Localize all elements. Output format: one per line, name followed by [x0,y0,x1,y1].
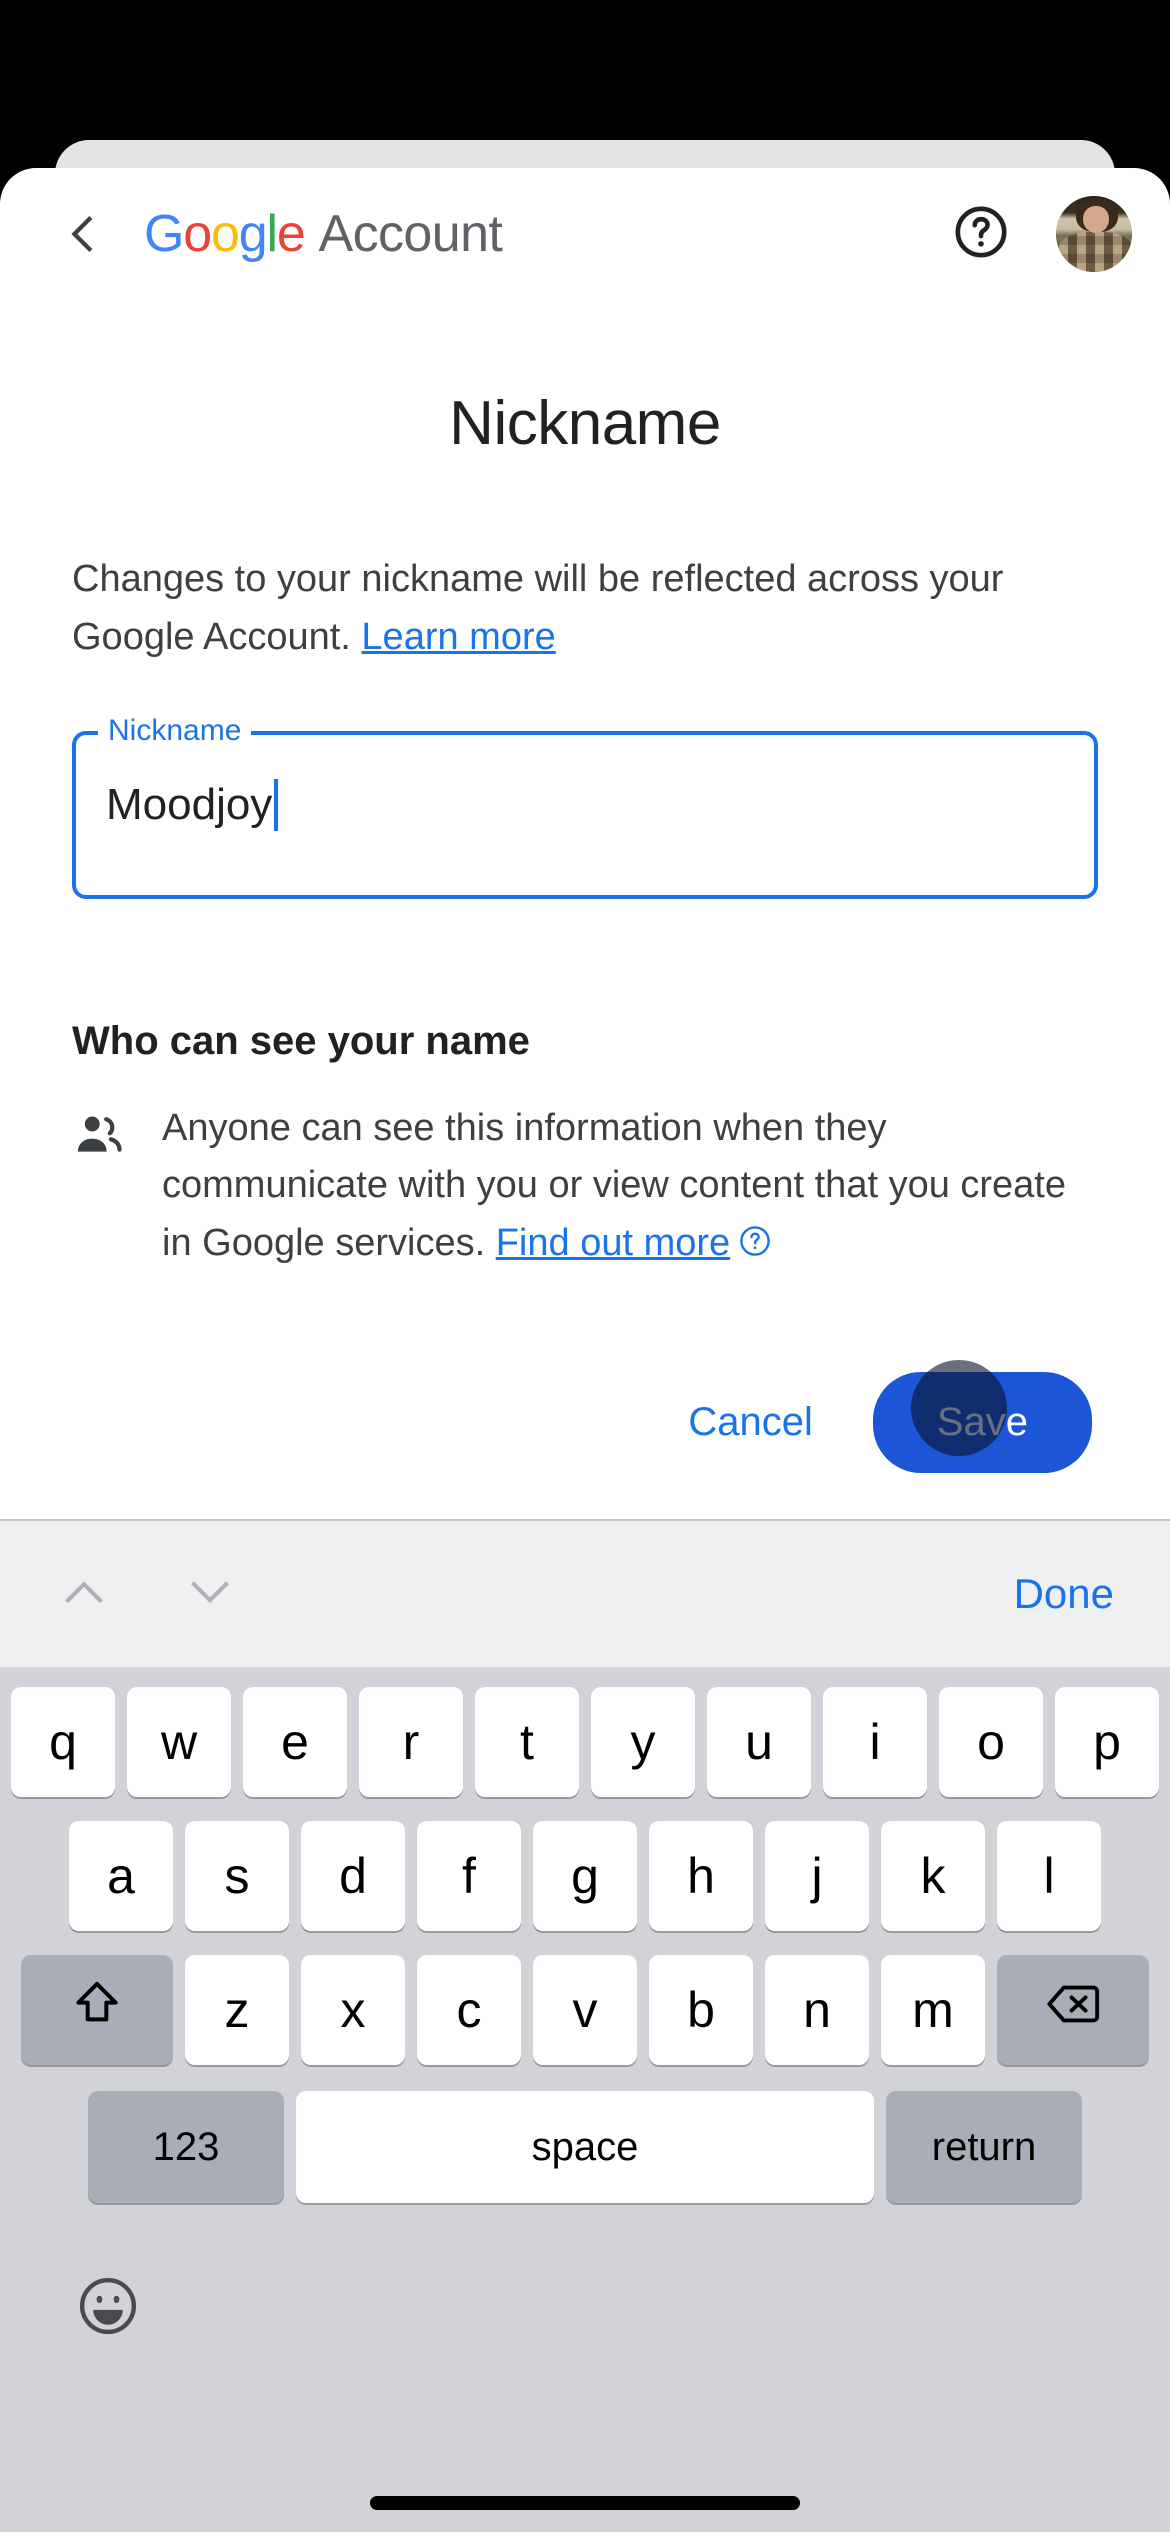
key-l[interactable]: l [997,1821,1101,1931]
key-h[interactable]: h [649,1821,753,1931]
emoji-key[interactable] [68,2268,148,2348]
nickname-field[interactable]: Nickname Moodjoy [72,709,1098,899]
key-a[interactable]: a [69,1821,173,1931]
find-out-more-link[interactable]: Find out more [496,1222,730,1264]
visibility-row: Anyone can see this information when the… [72,1100,1098,1276]
keyboard-keys: q w e r t y u i o p a s d f g h j k l z … [0,1667,1170,2367]
help-button[interactable] [950,203,1012,265]
key-w[interactable]: w [127,1687,231,1797]
text-caret [274,778,279,831]
space-key[interactable]: space [296,2091,874,2203]
emoji-smiley-icon [75,2273,141,2344]
visibility-body: Anyone can see this information when the… [162,1100,1098,1276]
google-logo-letter-g2: g [238,205,268,263]
on-screen-keyboard: Done q w e r t y u i o p a s d f g h j k… [0,1519,1170,2532]
key-x[interactable]: x [301,1955,405,2065]
key-u[interactable]: u [707,1687,811,1797]
nickname-field-label: Nickname [98,709,252,752]
key-p[interactable]: p [1055,1687,1159,1797]
google-logo: Google [144,204,306,264]
action-bar: Cancel Save [72,1359,1098,1473]
return-key[interactable]: return [886,2091,1082,2203]
google-logo-letter-l: l [266,205,278,263]
back-button[interactable] [48,199,118,269]
people-icon [72,1100,128,1167]
key-k[interactable]: k [881,1821,985,1931]
app-bar: Google Account [0,168,1170,300]
key-m[interactable]: m [881,1955,985,2065]
key-j[interactable]: j [765,1821,869,1931]
keyboard-bottom-bar [0,2227,1170,2367]
key-z[interactable]: z [185,1955,289,2065]
shift-key[interactable] [21,1955,173,2065]
shift-arrow-icon [69,1976,125,2044]
keyboard-row-2: a s d f g h j k l [0,1821,1170,1931]
key-g[interactable]: g [533,1821,637,1931]
cancel-button[interactable]: Cancel [654,1378,847,1467]
save-button[interactable]: Save [872,1359,1092,1473]
help-circle-small-icon[interactable] [738,1218,772,1276]
key-e[interactable]: e [243,1687,347,1797]
keyboard-row-1: q w e r t y u i o p [0,1687,1170,1797]
key-t[interactable]: t [475,1687,579,1797]
avatar-shirt [1059,232,1132,272]
key-b[interactable]: b [649,1955,753,2065]
numbers-key[interactable]: 123 [88,2091,284,2203]
chevron-up-icon [58,1566,110,1623]
nickname-input[interactable]: Moodjoy [106,778,279,831]
google-logo-letter-o1: o [183,205,212,263]
key-d[interactable]: d [301,1821,405,1931]
key-f[interactable]: f [417,1821,521,1931]
backspace-icon [1044,1975,1102,2045]
previous-field-button[interactable] [46,1556,122,1632]
brand-lockup: Google Account [144,204,950,264]
key-o[interactable]: o [939,1687,1043,1797]
save-button-label: Save [936,1399,1028,1444]
next-field-button[interactable] [172,1556,248,1632]
chevron-down-icon [184,1566,236,1623]
key-s[interactable]: s [185,1821,289,1931]
google-logo-letter-g: G [144,205,184,263]
phone-screen: Google Account Nickname Changes to your … [0,0,1170,2532]
backspace-key[interactable] [997,1955,1149,2065]
help-circle-icon [952,203,1010,266]
key-n[interactable]: n [765,1955,869,2065]
page-description: Changes to your nickname will be reflect… [72,551,1098,667]
form-navigation [46,1556,248,1632]
key-y[interactable]: y [591,1687,695,1797]
key-r[interactable]: r [359,1687,463,1797]
visibility-heading: Who can see your name [72,1018,530,1063]
chevron-left-icon [61,212,105,256]
google-logo-letter-o2: o [210,205,240,263]
app-bar-actions [950,196,1132,272]
google-logo-letter-e: e [276,205,306,263]
learn-more-link[interactable]: Learn more [361,616,555,658]
keyboard-accessory-bar: Done [0,1519,1170,1667]
page-title: Nickname [449,389,721,458]
key-c[interactable]: c [417,1955,521,2065]
avatar[interactable] [1056,196,1132,272]
key-i[interactable]: i [823,1687,927,1797]
nickname-input-value: Moodjoy [106,779,273,829]
keyboard-row-3: z x c v b n m [0,1955,1170,2065]
page-content: Nickname Changes to your nickname will b… [0,388,1170,1473]
key-v[interactable]: v [533,1955,637,2065]
key-q[interactable]: q [11,1687,115,1797]
keyboard-done-button[interactable]: Done [1004,1558,1124,1630]
keyboard-row-4: 123 space return [0,2091,1170,2203]
home-indicator [370,2496,800,2510]
app-bar-title: Account [318,205,503,263]
